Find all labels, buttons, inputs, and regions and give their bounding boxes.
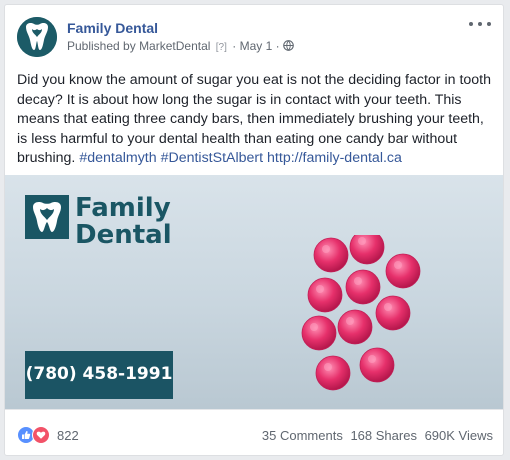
help-marker[interactable]: [?] bbox=[216, 42, 227, 53]
page-name-link[interactable]: Family Dental bbox=[67, 20, 158, 36]
shares-count[interactable]: 168 Shares bbox=[350, 428, 417, 443]
tooth-logo-icon bbox=[25, 195, 69, 239]
phone-number: (780) 458-1991 bbox=[25, 364, 173, 384]
published-by-label: Published by bbox=[67, 39, 136, 53]
phone-banner: (780) 458-1991 bbox=[25, 351, 173, 399]
post-image[interactable]: Family Dental (780) 458-1991 bbox=[5, 175, 503, 409]
love-reaction-icon bbox=[32, 426, 50, 444]
post-meta: Published by MarketDental [?] · May 1 · bbox=[67, 39, 294, 53]
hashtag-dentiststalbert[interactable]: #DentistStAlbert bbox=[161, 150, 264, 166]
tooth-logo-icon bbox=[17, 17, 57, 57]
brand-line-1: Family bbox=[75, 193, 171, 223]
page-avatar[interactable] bbox=[17, 17, 57, 57]
meta-separator: · bbox=[232, 39, 237, 53]
brand-line-2: Dental bbox=[75, 220, 172, 250]
post-link[interactable]: http://family-dental.ca bbox=[267, 150, 402, 166]
candy-illustration bbox=[301, 235, 421, 391]
post-stats: 35 Comments 168 Shares 690K Views bbox=[258, 428, 493, 443]
post-footer: 822 35 Comments 168 Shares 690K Views bbox=[5, 409, 503, 455]
post-card: Family Dental Published by MarketDental … bbox=[4, 4, 504, 456]
reaction-count: 822 bbox=[57, 427, 79, 443]
views-count[interactable]: 690K Views bbox=[425, 428, 493, 443]
brand-logo: Family Dental bbox=[25, 195, 175, 257]
brand-name: Family Dental bbox=[75, 195, 172, 249]
post-header: Family Dental Published by MarketDental … bbox=[17, 17, 491, 61]
meta-separator-2: · bbox=[275, 39, 280, 53]
reactions-summary[interactable]: 822 bbox=[17, 426, 79, 444]
globe-icon[interactable] bbox=[283, 40, 294, 51]
post-date[interactable]: May 1 bbox=[240, 39, 273, 53]
post-text: Did you know the amount of sugar you eat… bbox=[17, 71, 493, 169]
hashtag-dentalmyth[interactable]: #dentalmyth bbox=[79, 150, 156, 166]
more-options-icon[interactable] bbox=[469, 17, 491, 31]
publisher-link[interactable]: MarketDental bbox=[139, 39, 210, 53]
comments-count[interactable]: 35 Comments bbox=[262, 428, 343, 443]
